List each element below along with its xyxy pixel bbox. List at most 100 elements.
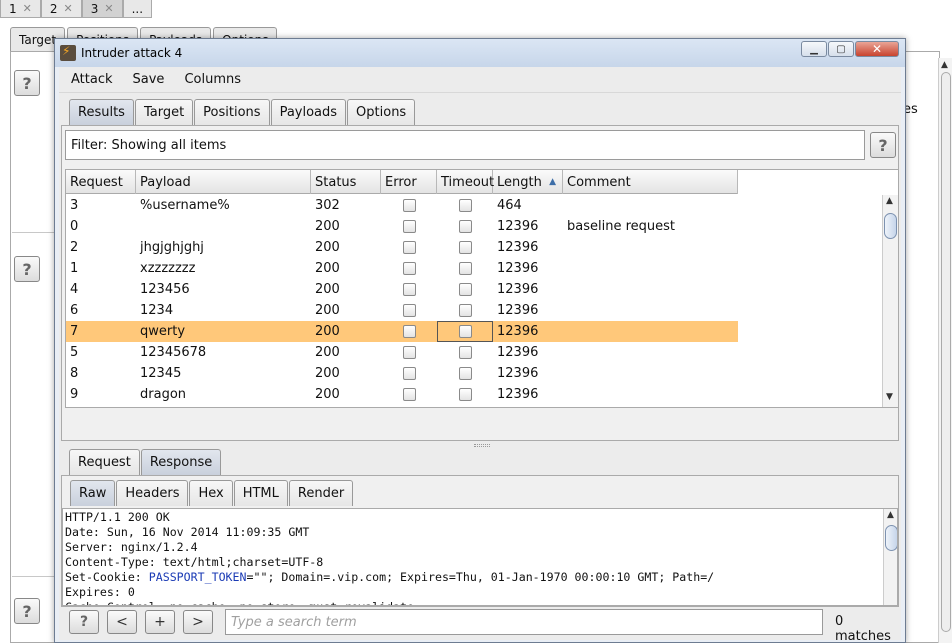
error-checkbox[interactable]: [402, 241, 416, 254]
error-checkbox[interactable]: [402, 304, 416, 317]
timeout-checkbox[interactable]: [458, 262, 472, 275]
bg-tab-3[interactable]: 3 ✕: [81, 0, 123, 18]
tab-hex[interactable]: Hex: [189, 480, 233, 506]
table-row[interactable]: 6 1234 200 12396: [66, 300, 738, 321]
menu-save[interactable]: Save: [125, 72, 173, 87]
help-icon[interactable]: ?: [14, 70, 40, 96]
error-checkbox[interactable]: [402, 220, 416, 233]
cell-request: 5: [70, 345, 79, 360]
cell-timeout: [437, 342, 493, 363]
close-icon[interactable]: ✕: [104, 2, 113, 15]
cell-error: [381, 363, 437, 384]
help-icon[interactable]: ?: [14, 598, 40, 624]
timeout-checkbox[interactable]: [458, 388, 472, 401]
column-header-status[interactable]: Status: [311, 170, 381, 194]
cell-length: 12396: [497, 345, 539, 360]
cell-length: 12396: [497, 324, 539, 339]
tab-html[interactable]: HTML: [233, 480, 288, 506]
column-header-length[interactable]: Length ▲: [493, 170, 563, 194]
maximize-button[interactable]: ▢: [828, 41, 854, 57]
tab-options[interactable]: Options: [347, 99, 416, 125]
column-header-payload[interactable]: Payload: [136, 170, 311, 194]
error-checkbox[interactable]: [402, 388, 416, 401]
menu-attack[interactable]: Attack: [63, 72, 121, 87]
cell-payload: jhgjghjghj: [140, 240, 204, 255]
minimize-button[interactable]: ▁: [801, 41, 827, 57]
cell-comment: baseline request: [567, 219, 675, 234]
close-icon[interactable]: ✕: [64, 2, 73, 15]
table-row[interactable]: 8 12345 200 12396: [66, 363, 738, 384]
previous-match-button[interactable]: <: [107, 610, 137, 634]
cell-request: 0: [70, 219, 79, 234]
background-scrollbar[interactable]: ▲: [938, 58, 952, 643]
help-icon[interactable]: ?: [69, 610, 99, 634]
split-pane-divider[interactable]: [474, 444, 490, 447]
tab-headers[interactable]: Headers: [116, 480, 189, 506]
error-checkbox[interactable]: [402, 262, 416, 275]
error-checkbox[interactable]: [402, 283, 416, 296]
table-row[interactable]: 2 jhgjghjghj 200 12396: [66, 237, 738, 258]
table-row[interactable]: 7 qwerty 200 12396: [66, 321, 738, 342]
error-checkbox[interactable]: [402, 199, 416, 212]
bg-tab-more[interactable]: ...: [122, 0, 153, 18]
timeout-checkbox[interactable]: [458, 199, 472, 212]
help-icon[interactable]: ?: [14, 256, 40, 282]
next-match-button[interactable]: >: [183, 610, 213, 634]
table-row[interactable]: 0 200 12396 baseline request: [66, 216, 738, 237]
title-bar[interactable]: Intruder attack 4 ▁ ▢ ✕: [55, 39, 905, 67]
column-header-error[interactable]: Error: [381, 170, 437, 194]
error-checkbox[interactable]: [402, 367, 416, 380]
timeout-checkbox[interactable]: [458, 367, 472, 380]
timeout-checkbox[interactable]: [458, 241, 472, 254]
tab-target[interactable]: Target: [134, 99, 194, 125]
close-icon[interactable]: ✕: [23, 2, 32, 15]
message-view-tabs: Raw Headers Hex HTML Render: [70, 480, 354, 506]
scroll-thumb[interactable]: [885, 525, 897, 551]
tab-payloads[interactable]: Payloads: [270, 99, 347, 125]
scroll-thumb[interactable]: [941, 72, 951, 632]
timeout-checkbox[interactable]: [458, 346, 472, 359]
table-row[interactable]: 9 dragon 200 12396: [66, 384, 738, 405]
scroll-down-icon[interactable]: ▼: [886, 392, 893, 402]
cell-payload: 1234: [140, 303, 174, 318]
window-client: Attack Save Columns Results Target Posit…: [59, 67, 901, 643]
timeout-checkbox[interactable]: [458, 220, 472, 233]
column-header-request[interactable]: Request: [66, 170, 136, 194]
response-line: Cache-Control: no-cache, no-store, must-…: [65, 600, 714, 605]
tab-results[interactable]: Results: [69, 99, 134, 125]
table-row[interactable]: 4 123456 200 12396: [66, 279, 738, 300]
error-checkbox[interactable]: [402, 325, 416, 338]
bg-tab-label: 3: [90, 1, 99, 16]
error-checkbox[interactable]: [402, 346, 416, 359]
column-header-comment[interactable]: Comment: [563, 170, 738, 194]
scroll-thumb[interactable]: [884, 213, 897, 239]
scroll-up-icon[interactable]: ▲: [886, 196, 893, 206]
close-button[interactable]: ✕: [855, 41, 899, 57]
filter-bar[interactable]: Filter: Showing all items: [65, 130, 865, 160]
bg-tab-1[interactable]: 1 ✕: [0, 0, 41, 18]
scroll-up-icon[interactable]: ▲: [887, 510, 894, 520]
table-row[interactable]: 5 12345678 200 12396: [66, 342, 738, 363]
column-header-timeout[interactable]: Timeout: [437, 170, 494, 194]
cell-comment: [563, 237, 738, 258]
response-scrollbar[interactable]: ▲: [883, 509, 897, 605]
tab-render[interactable]: Render: [288, 480, 354, 506]
menu-columns[interactable]: Columns: [176, 72, 249, 87]
tab-response[interactable]: Response: [140, 449, 222, 475]
tab-positions[interactable]: Positions: [194, 99, 270, 125]
tab-request[interactable]: Request: [69, 449, 140, 475]
table-row[interactable]: 3 %username% 302 464: [66, 195, 738, 216]
timeout-checkbox[interactable]: [458, 304, 472, 317]
bg-tab-2[interactable]: 2 ✕: [40, 0, 82, 18]
search-input[interactable]: [225, 609, 823, 635]
add-button[interactable]: +: [145, 610, 175, 634]
response-raw-text[interactable]: HTTP/1.1 200 OK Date: Sun, 16 Nov 2014 11…: [62, 508, 898, 606]
timeout-checkbox[interactable]: [458, 283, 472, 296]
help-icon[interactable]: ?: [870, 132, 896, 158]
table-row[interactable]: 1 xzzzzzzz 200 12396: [66, 258, 738, 279]
results-scrollbar[interactable]: ▲ ▼: [882, 195, 898, 407]
scroll-up-icon[interactable]: ▲: [941, 60, 948, 70]
timeout-checkbox[interactable]: [458, 325, 472, 338]
cell-status: 302: [315, 198, 340, 213]
tab-raw[interactable]: Raw: [70, 480, 116, 506]
